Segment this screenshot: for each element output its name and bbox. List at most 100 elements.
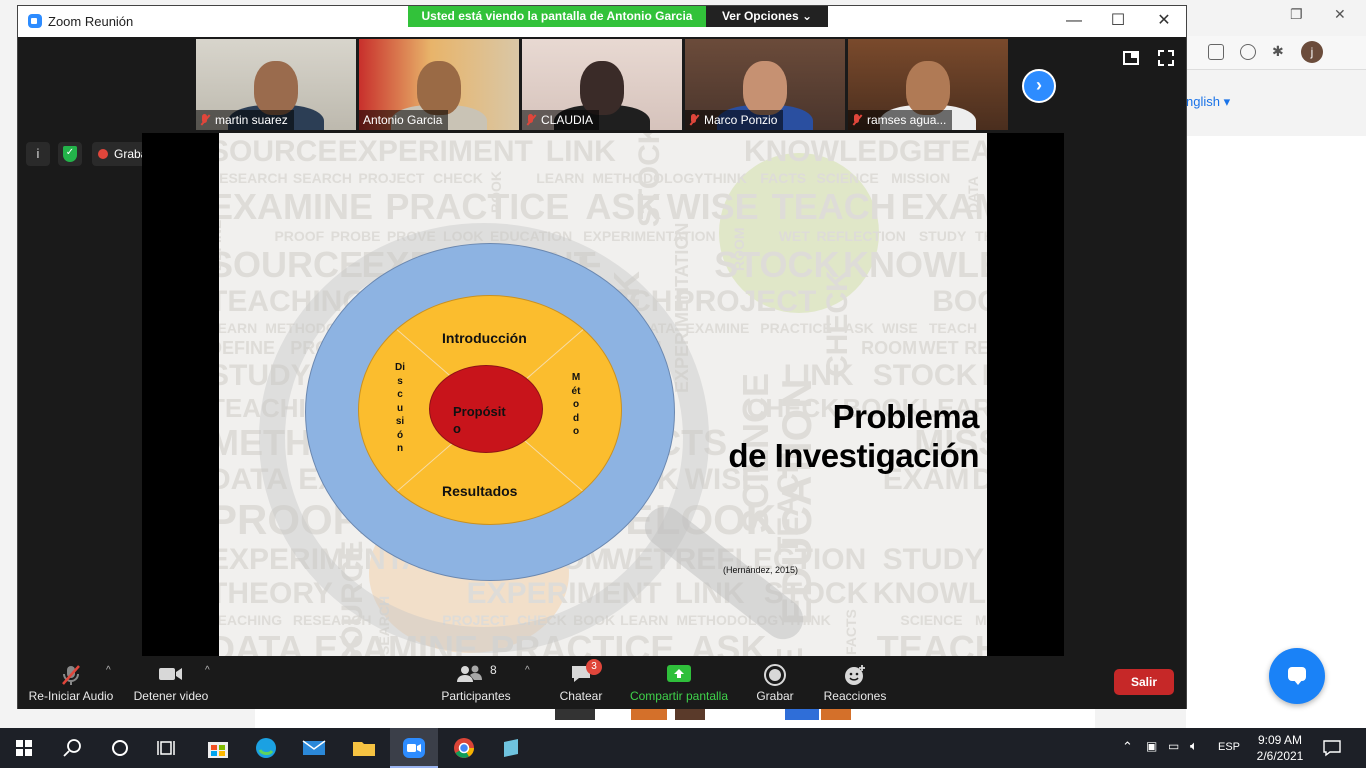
diagram-label-right: Método <box>571 372 581 437</box>
presentation-slide: SOURCEEXPERIMENTLINKSTOCKKNOWLEDGETEACHI… <box>219 133 987 656</box>
record-button[interactable]: Grabar <box>746 657 804 709</box>
word-cloud-word: THINK <box>704 170 747 186</box>
word-cloud-word: PRACTICE <box>385 186 570 227</box>
word-cloud-word: WISE <box>881 320 918 336</box>
video-options-caret-icon[interactable]: ^ <box>205 665 210 676</box>
word-cloud-word: PRACTICE <box>760 320 832 336</box>
word-cloud-word: KNOWLEDGE <box>744 135 943 168</box>
diagram-label-bottom: Resultados <box>442 483 518 499</box>
restore-icon[interactable]: ❐ <box>1290 6 1303 23</box>
participant-tile[interactable]: ramses agua... <box>848 39 1008 130</box>
participant-tile[interactable]: Marco Ponzio <box>685 39 845 130</box>
diagram-label-core: Propósit <box>453 404 506 419</box>
leave-meeting-button[interactable]: Salir <box>1114 669 1174 695</box>
video-button[interactable]: Detener video <box>128 657 214 709</box>
reactions-button-label: Reacciones <box>823 689 887 703</box>
participants-button[interactable]: 8 Participantes <box>436 657 516 709</box>
word-cloud-word: EXPERIMENT <box>337 135 533 168</box>
word-cloud-word: TEACHING <box>932 135 987 168</box>
store-bag-icon <box>208 742 228 758</box>
clock-time: 9:09 AM <box>1257 733 1303 747</box>
start-button[interactable] <box>0 728 48 768</box>
tray-chevron-up-icon[interactable]: ⌃ <box>1122 739 1133 755</box>
close-icon[interactable]: ✕ <box>1334 6 1346 23</box>
word-cloud-word: FACTS <box>760 170 807 186</box>
minimize-button[interactable]: — <box>1054 10 1094 32</box>
chat-bubble-icon[interactable] <box>1269 648 1325 704</box>
meeting-controls-bar: Re-Iniciar Audio ^ Detener video ^ 8 Par… <box>18 657 1186 709</box>
word-cloud-word: STUDY <box>918 228 967 244</box>
participant-tile-active-speaker[interactable]: Antonio Garcia <box>359 39 519 130</box>
diagram-label-top: Introducción <box>442 330 527 346</box>
language-link[interactable]: nglish ▾ <box>1186 94 1230 110</box>
taskbar-zoom[interactable] <box>390 728 438 768</box>
layout-view-icon[interactable] <box>1123 51 1139 65</box>
battery-icon[interactable]: ▭ <box>1168 739 1179 753</box>
audio-button[interactable]: Re-Iniciar Audio <box>26 657 116 709</box>
puzzle-icon[interactable]: ✱ <box>1272 43 1284 60</box>
word-cloud-word: MISSION <box>975 612 987 628</box>
participant-tile[interactable]: martin suarez <box>196 39 356 130</box>
word-cloud-word: CHECK <box>433 170 483 186</box>
audio-button-label: Re-Iniciar Audio <box>28 689 114 703</box>
record-icon <box>764 664 786 686</box>
taskbar-mail[interactable] <box>290 728 338 768</box>
word-cloud-word: BOOK <box>932 285 987 318</box>
taskbar-edge[interactable] <box>242 728 290 768</box>
avatar[interactable]: j <box>1301 41 1323 63</box>
clock-date: 2/6/2021 <box>1256 749 1304 763</box>
participants-count: 8 <box>490 663 497 677</box>
word-cloud-word: STOCK <box>872 359 978 392</box>
chrome-browser-icon <box>454 738 474 758</box>
task-view-button[interactable] <box>144 728 192 768</box>
view-options-button[interactable]: Ver Opciones ⌄ <box>706 6 828 27</box>
cortana-button[interactable] <box>96 728 144 768</box>
participants-icon <box>457 665 482 682</box>
word-cloud-word: ROOM <box>861 338 918 358</box>
participants-options-caret-icon[interactable]: ^ <box>525 665 530 676</box>
next-page-arrow-icon[interactable]: › <box>1022 69 1056 103</box>
fullscreen-icon[interactable] <box>1158 50 1174 66</box>
window-title: Zoom Reunión <box>48 14 134 29</box>
extension-icon[interactable] <box>1240 44 1256 60</box>
word-cloud-word: EXPERIMENTATION <box>583 228 716 244</box>
maximize-button[interactable]: ☐ <box>1098 10 1138 32</box>
participant-name: Marco Ponzio <box>685 110 784 130</box>
edge-browser-icon <box>256 738 276 758</box>
chat-button[interactable]: Chatear <box>550 657 612 709</box>
zoom-window: Zoom Reunión — ☐ ✕ Usted está viendo la … <box>17 5 1187 709</box>
taskbar-app[interactable] <box>488 728 536 768</box>
word-cloud-word: PROOF <box>274 228 325 244</box>
video-button-label: Detener video <box>133 689 209 703</box>
app-tile-icon <box>504 739 518 757</box>
word-cloud-word: TEACH <box>928 320 978 336</box>
language-indicator[interactable]: ESP <box>1218 741 1240 753</box>
background-page <box>1186 136 1366 728</box>
mail-envelope-icon <box>302 740 326 755</box>
tray-device-icon[interactable]: ▣ <box>1146 739 1157 753</box>
video-camera-icon <box>159 668 182 680</box>
info-icon[interactable]: i <box>26 142 50 166</box>
audio-options-caret-icon[interactable]: ^ <box>106 665 111 676</box>
extension-icon[interactable] <box>1208 44 1224 60</box>
participant-name: ramses agua... <box>848 110 953 130</box>
word-cloud-word: TEACHING <box>219 612 283 628</box>
shared-screen: SOURCEEXPERIMENTLINKSTOCKKNOWLEDGETEACHI… <box>142 133 1064 656</box>
word-cloud-word: METHODOLOGY <box>592 170 704 186</box>
close-button[interactable]: ✕ <box>1144 10 1184 32</box>
taskbar-chrome[interactable] <box>440 728 488 768</box>
notifications-icon[interactable] <box>1322 738 1342 758</box>
share-screen-button[interactable]: Compartir pantalla <box>622 657 736 709</box>
record-button-label: Grabar <box>756 689 794 703</box>
security-shield-icon[interactable] <box>58 142 82 166</box>
taskbar-store[interactable] <box>194 728 242 768</box>
word-cloud-word: EXAMINE <box>219 186 374 227</box>
word-cloud-word: WET <box>918 338 959 358</box>
reactions-button[interactable]: Reacciones <box>818 657 892 709</box>
zoom-logo-icon <box>28 14 42 28</box>
volume-icon[interactable]: 🔈︎ <box>1190 738 1198 754</box>
search-button[interactable] <box>48 728 96 768</box>
participant-tile[interactable]: CLAUDIA <box>522 39 682 130</box>
taskbar-clock[interactable]: 9:09 AM 2/6/2021 <box>1248 732 1312 764</box>
taskbar-file-explorer[interactable] <box>340 728 388 768</box>
